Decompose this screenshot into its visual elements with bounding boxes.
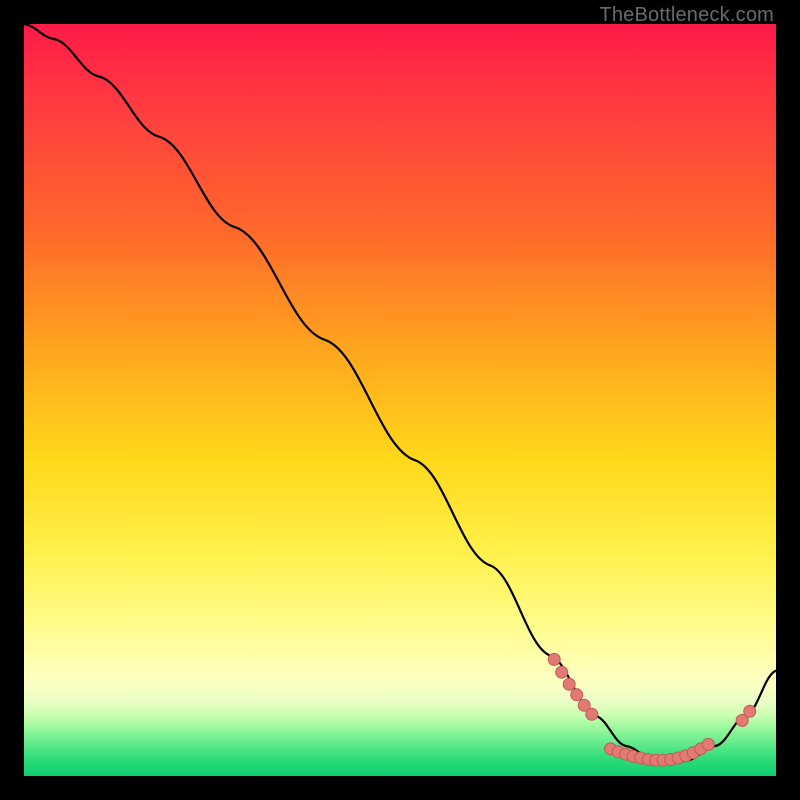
curve-line	[24, 24, 776, 761]
scatter-points	[548, 653, 756, 766]
scatter-dot	[571, 689, 583, 701]
scatter-dot	[563, 678, 575, 690]
scatter-dot	[586, 708, 598, 720]
plot-area	[24, 24, 776, 776]
scatter-dot	[702, 738, 714, 750]
chart-frame: TheBottleneck.com	[0, 0, 800, 800]
scatter-dot	[556, 666, 568, 678]
chart-overlay	[24, 24, 776, 776]
scatter-dot	[744, 705, 756, 717]
scatter-dot	[548, 653, 560, 665]
